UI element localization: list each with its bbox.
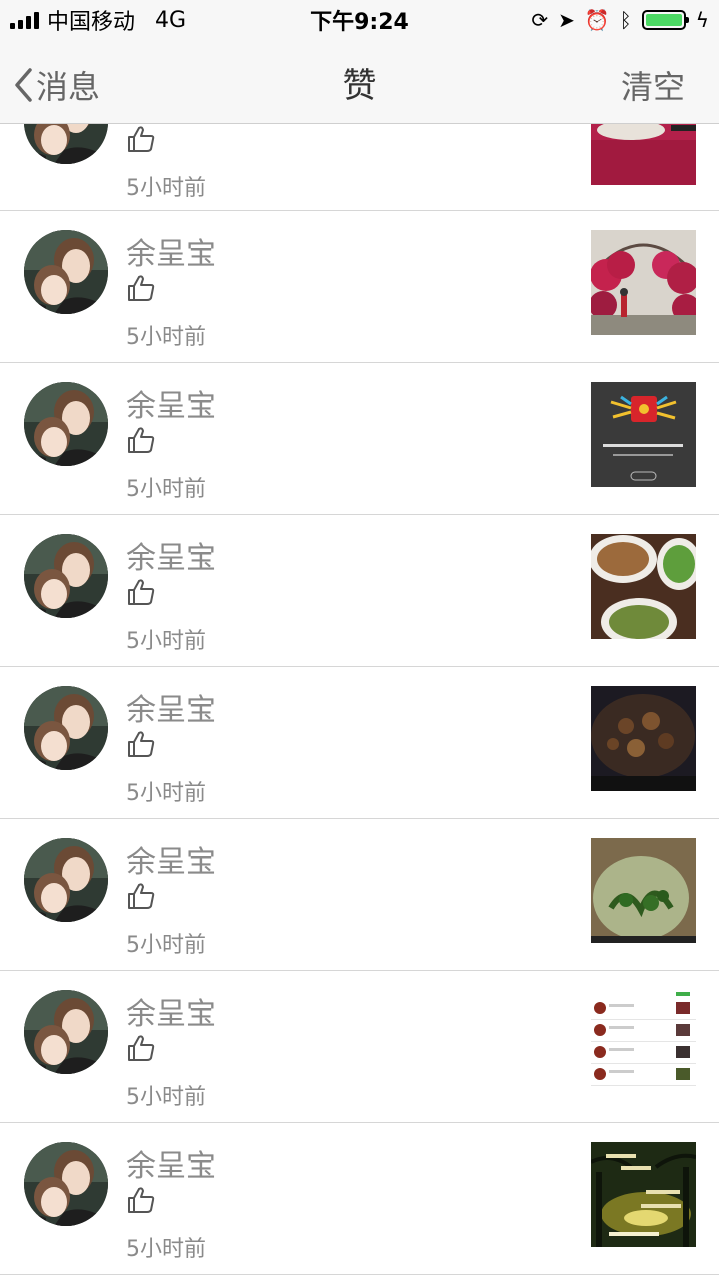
thumbs-up-icon [126,1185,156,1215]
post-thumbnail[interactable] [591,990,696,1095]
thumbs-up-icon [126,124,156,154]
avatar[interactable] [24,382,108,466]
flower-arch-image [591,230,696,335]
user-name: 余呈宝 [126,845,216,880]
restaurant-table-image [591,124,696,185]
post-thumbnail[interactable] [591,230,696,335]
alarm-icon: ⏰ [584,8,610,32]
user-name: 余呈宝 [126,389,216,424]
rotation-lock-icon: ⟳ [531,8,549,32]
user-name: 余呈宝 [126,541,216,576]
network-label: 4G [155,7,187,33]
list-item[interactable]: 余呈宝 5小时前 [0,667,719,819]
avatar[interactable] [24,838,108,922]
battery-icon [641,10,689,30]
thumbs-up-icon [126,425,156,455]
red-envelope-image [591,382,696,487]
location-icon: ➤ [558,8,575,32]
thumbs-up-icon [126,881,156,911]
list-item[interactable]: 余呈宝 5小时前 [0,971,719,1123]
list-item[interactable]: 余呈宝 5小时前 [0,363,719,515]
list-item[interactable]: 余呈宝 5小时前 [0,819,719,971]
avatar[interactable] [24,686,108,770]
signal-icon [10,11,39,29]
page-title: 赞 [342,66,377,106]
item-time: 5小时前 [126,1085,206,1110]
charging-icon: ϟ [695,8,709,32]
app-list-screenshot-image [591,990,696,1095]
avatar[interactable] [24,990,108,1074]
avatar[interactable] [24,230,108,314]
user-name: 余呈宝 [126,997,216,1032]
item-time: 5小时前 [126,325,206,350]
status-bar: 中国移动 4G 下午9:24 ⟳ ➤ ⏰ ᛒ ϟ [0,0,719,40]
list-item[interactable]: 余呈宝 5小时前 [0,1123,719,1275]
clear-button[interactable]: 清空 [621,62,685,108]
avatar[interactable] [24,1142,108,1226]
item-time: 5小时前 [126,629,206,654]
user-name: 余呈宝 [126,693,216,728]
carrier-label: 中国移动 [47,10,136,35]
thumbs-up-icon [126,729,156,759]
post-thumbnail[interactable] [591,838,696,943]
post-thumbnail[interactable] [591,1142,696,1247]
item-time: 5小时前 [126,1237,206,1262]
post-thumbnail[interactable] [591,534,696,639]
navigation-bar: 消息 赞 清空 [0,40,719,124]
bluetooth-icon: ᛒ [619,8,632,32]
stew-pot-image [591,686,696,791]
post-thumbnail[interactable] [591,382,696,487]
list-item[interactable]: 5小时前 [0,124,719,211]
item-time: 5小时前 [126,933,206,958]
item-time: 5小时前 [126,781,206,806]
thumbs-up-icon [126,577,156,607]
likes-list: 5小时前 余呈宝 5小时前 余呈宝 5小时前 余呈宝 5小时前 余呈宝 5小时前… [0,124,719,1275]
user-name: 余呈宝 [126,1149,216,1184]
avatar[interactable] [24,124,108,164]
thumbs-up-icon [126,273,156,303]
item-time: 5小时前 [126,477,206,502]
status-bar-left: 中国移动 4G [10,4,186,36]
post-thumbnail[interactable] [591,124,696,185]
dishes-image [591,534,696,639]
post-thumbnail[interactable] [591,686,696,791]
herbs-jar-image [591,838,696,943]
list-item[interactable]: 余呈宝 5小时前 [0,211,719,363]
status-bar-right: ⟳ ➤ ⏰ ᛒ ϟ [531,10,709,30]
thumbs-up-icon [126,1033,156,1063]
user-name: 余呈宝 [126,237,216,272]
avatar[interactable] [24,534,108,618]
good-night-card-image [591,1142,696,1247]
list-item[interactable]: 余呈宝 5小时前 [0,515,719,667]
item-time: 5小时前 [126,176,206,201]
